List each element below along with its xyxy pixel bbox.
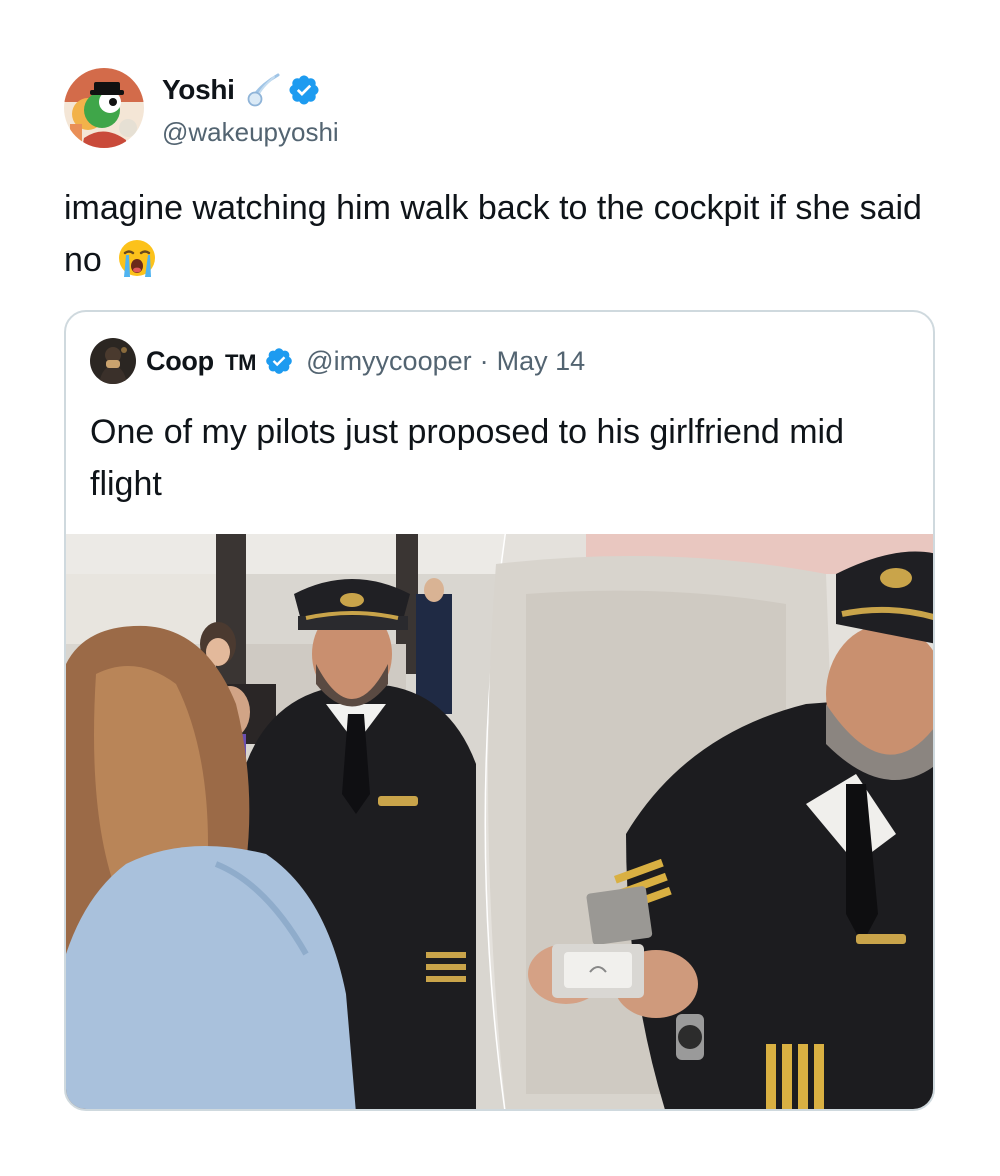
quoted-author-avatar[interactable]	[90, 338, 136, 384]
author-name-row: Yoshi	[162, 72, 321, 108]
comet-icon	[245, 72, 281, 108]
quoted-tweet[interactable]: Coop TM @imyycooper · May 14 One of my p…	[64, 310, 935, 1111]
quoted-tweet-text: One of my pilots just proposed to his gi…	[90, 413, 845, 503]
loudly-crying-face-icon	[115, 237, 159, 281]
verified-icon	[287, 73, 321, 107]
quoted-author-handle[interactable]: @imyycooper	[306, 346, 471, 377]
right-photo	[486, 534, 933, 1109]
separator-dot: ·	[479, 345, 489, 376]
quoted-tweet-header: Coop TM @imyycooper · May 14	[90, 336, 585, 386]
author-avatar[interactable]	[64, 68, 144, 148]
author-handle[interactable]: @wakeupyoshi	[162, 117, 339, 148]
photo-collage[interactable]	[66, 534, 933, 1109]
quoted-author-name: Coop	[146, 345, 214, 376]
left-photo	[66, 534, 506, 1109]
tweet-body: imagine watching him walk back to the co…	[64, 189, 922, 279]
quoted-author-display-name[interactable]: Coop TM	[146, 346, 256, 377]
quoted-author-suffix: TM	[224, 349, 257, 375]
tweet-card: Yoshi @wakeupyoshi imagine watching him …	[0, 0, 1000, 1176]
tweet-text: imagine watching him walk back to the co…	[64, 182, 944, 286]
verified-icon	[264, 346, 294, 376]
quoted-tweet-date[interactable]: May 14	[497, 346, 586, 377]
author-display-name[interactable]: Yoshi	[162, 74, 235, 106]
